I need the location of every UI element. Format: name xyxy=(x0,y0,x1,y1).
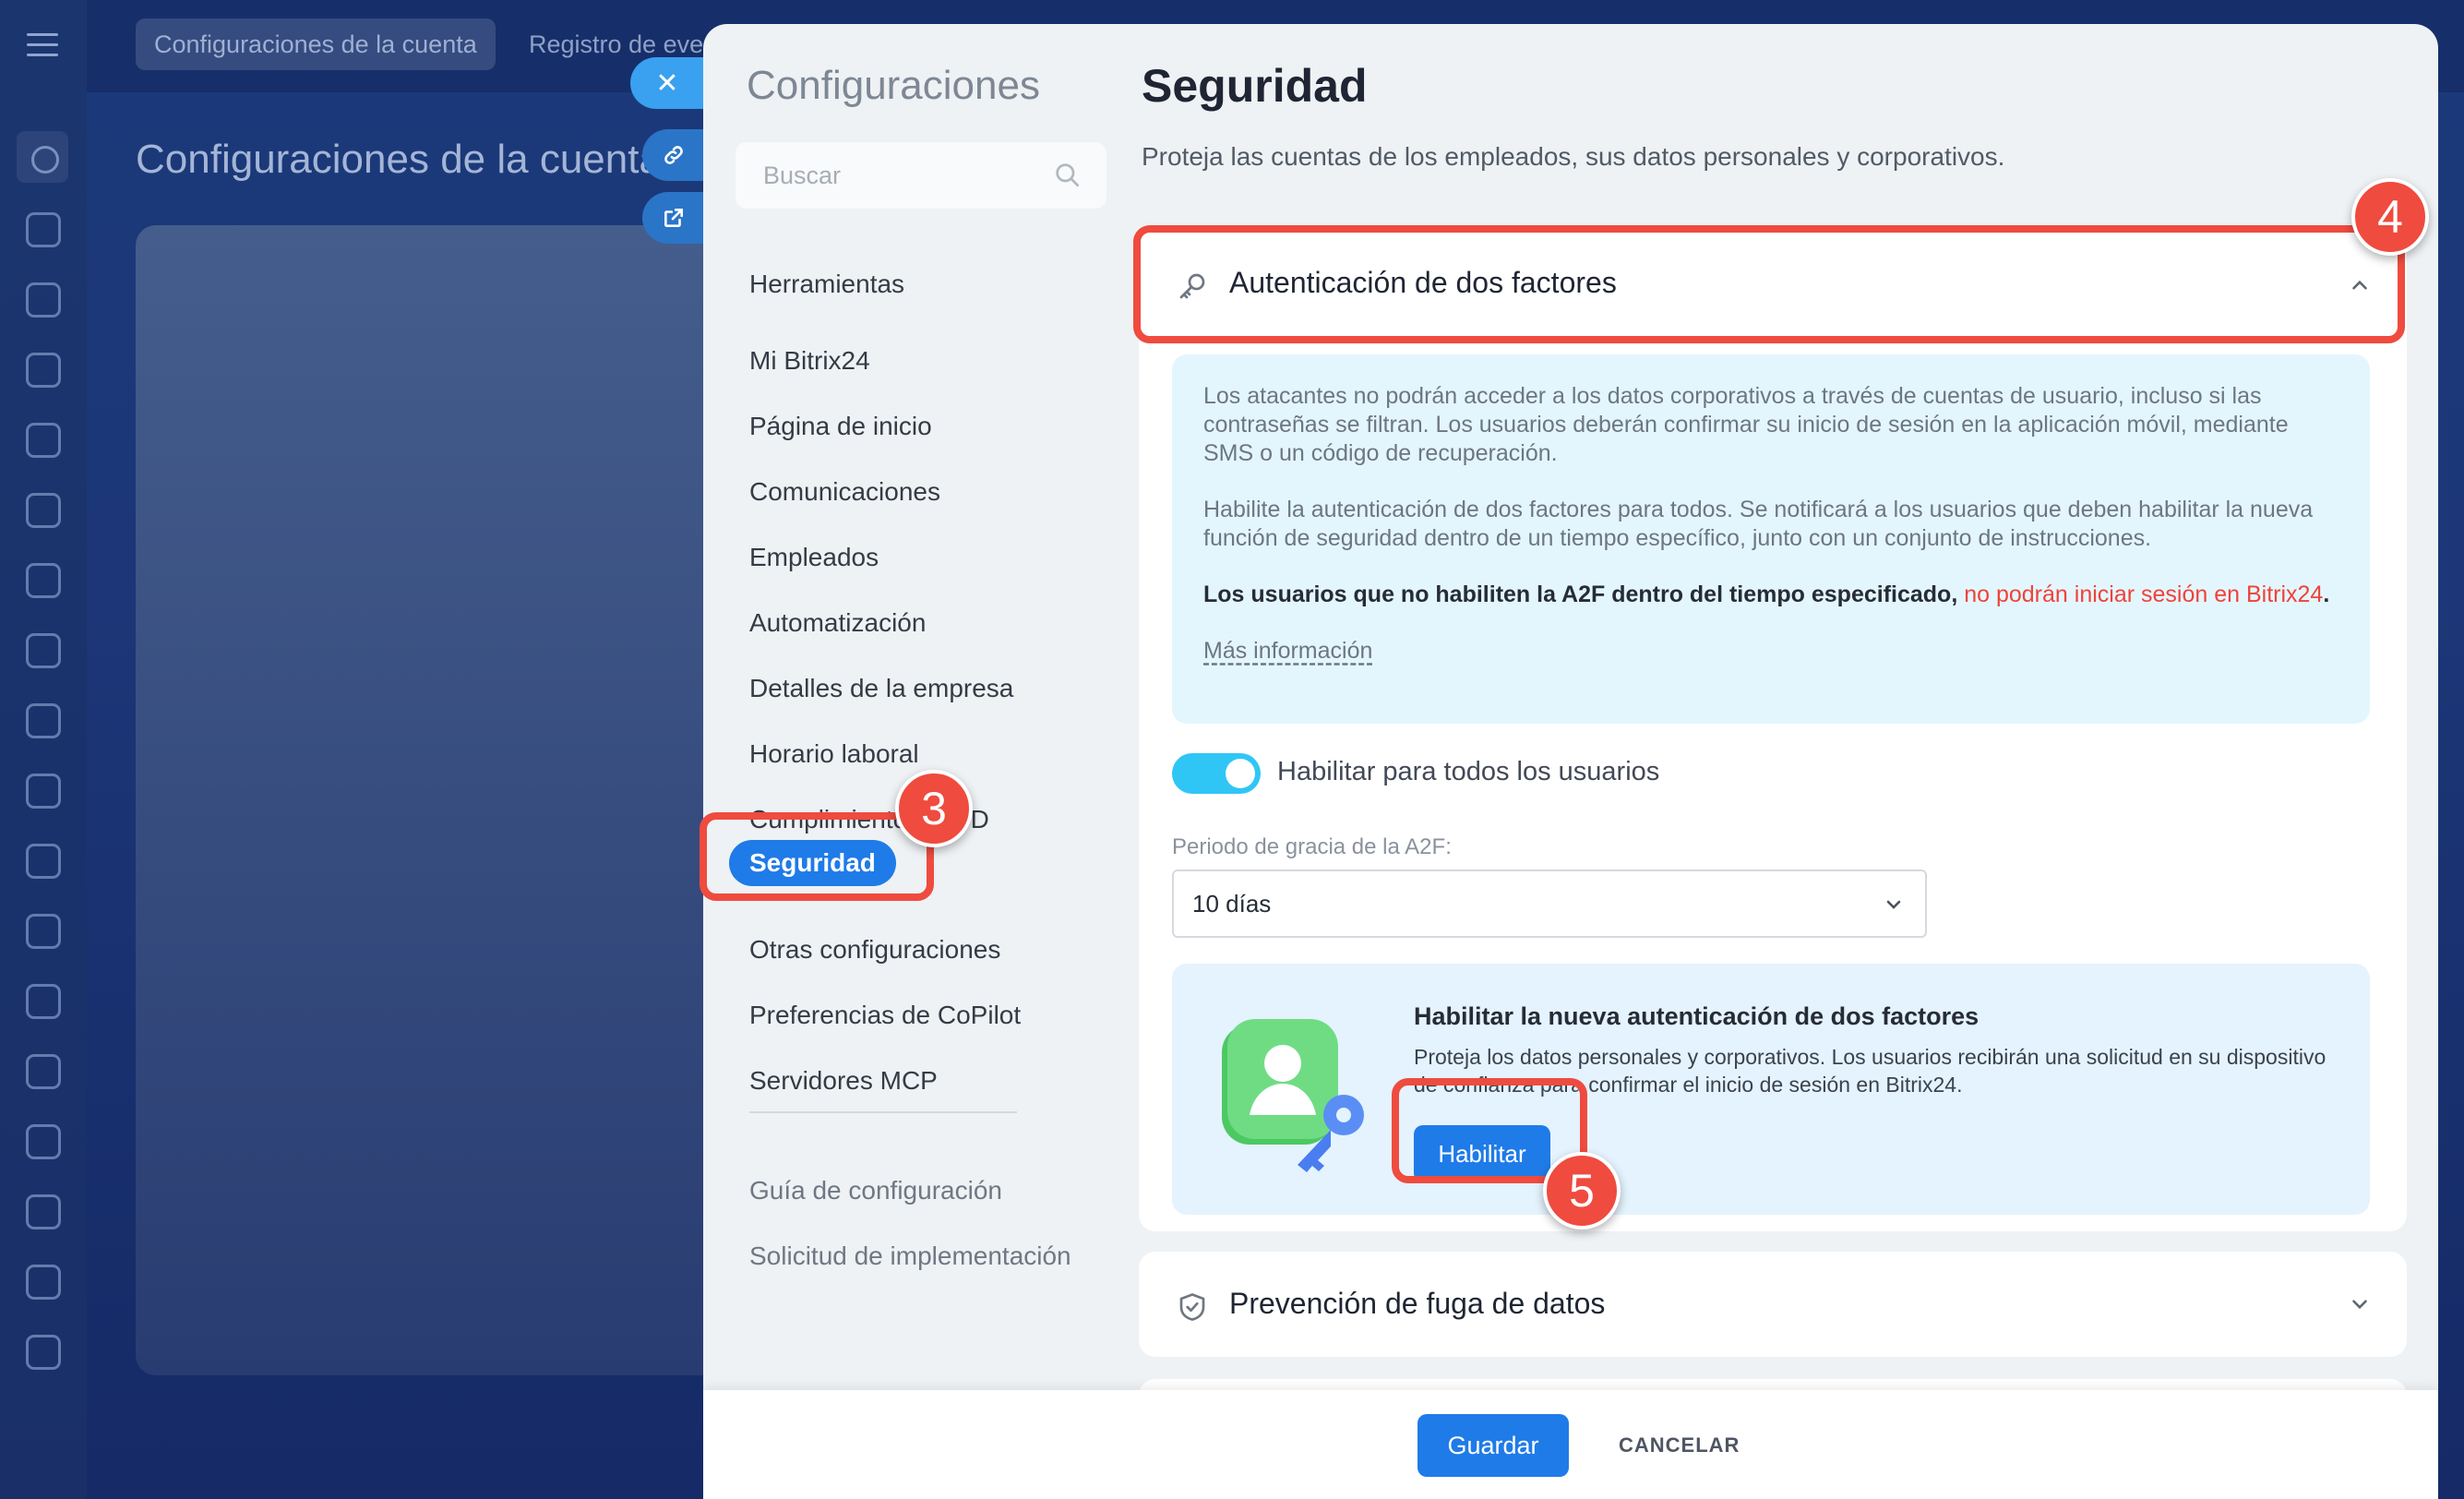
external-link-icon xyxy=(664,209,683,227)
booking-icon[interactable] xyxy=(26,1054,61,1089)
background-page-title: Configuraciones de la cuenta xyxy=(136,137,662,182)
nav-item-pagina-de-inicio[interactable]: Página de inicio xyxy=(749,408,932,445)
new-2fa-promo: Habilitar la nueva autenticación de dos … xyxy=(1172,964,2370,1215)
analytics-icon[interactable] xyxy=(26,1194,61,1229)
leak-prevention-card[interactable]: Prevención de fuga de datos xyxy=(1139,1252,2407,1357)
menu-icon[interactable] xyxy=(27,33,58,57)
page-subtitle: Proteja las cuentas de los empleados, su… xyxy=(1142,142,2005,171)
nav-item-comunicaciones[interactable]: Comunicaciones xyxy=(749,474,940,510)
nav-item-automatizacion[interactable]: Automatización xyxy=(749,605,926,642)
highlight-two-factor-header xyxy=(1133,225,2405,343)
two-factor-info-box: Los atacantes no podrán acceder a los da… xyxy=(1172,354,2370,724)
cancel-button[interactable]: CANCELAR xyxy=(1608,1414,1751,1477)
chevron-down-icon xyxy=(1886,900,1901,909)
nav-item-guia-configuracion[interactable]: Guía de configuración xyxy=(749,1172,1002,1209)
slider-footer: Guardar CANCELAR xyxy=(703,1390,2438,1499)
step-badge-5: 5 xyxy=(1543,1152,1621,1229)
background-card xyxy=(136,225,726,1375)
warning-highlight: no podrán iniciar sesión en Bitrix24 xyxy=(1964,582,2324,607)
boards-icon[interactable] xyxy=(26,563,61,598)
nav-item-otras-configuraciones[interactable]: Otras configuraciones xyxy=(749,931,1000,968)
search-box[interactable] xyxy=(736,142,1106,209)
documents-icon[interactable] xyxy=(26,493,61,528)
tasks-icon[interactable] xyxy=(26,844,61,879)
chevron-down-icon[interactable] xyxy=(2348,1292,2372,1316)
warning-suffix: . xyxy=(2323,582,2330,607)
page-title: Seguridad xyxy=(1142,60,1368,112)
shield-check-icon xyxy=(1179,1293,1205,1321)
open-new-window-button[interactable] xyxy=(642,192,704,244)
grace-period-select[interactable]: 10 días xyxy=(1172,869,1927,938)
nav-divider xyxy=(749,1111,1017,1113)
promo-title: Habilitar la nueva autenticación de dos … xyxy=(1414,1002,1980,1030)
info-paragraph-enable: Habilite la autenticación de dos factore… xyxy=(1203,497,2314,551)
left-rail xyxy=(0,0,87,1499)
calendar-icon[interactable] xyxy=(26,423,61,458)
grace-period-label: Periodo de gracia de la A2F: xyxy=(1172,834,1452,859)
step-badge-3: 3 xyxy=(895,770,973,847)
employees-icon[interactable] xyxy=(26,773,61,809)
background-tab-account-settings[interactable]: Configuraciones de la cuenta xyxy=(136,18,496,70)
step-badge-4: 4 xyxy=(2351,178,2429,256)
save-button[interactable]: Guardar xyxy=(1417,1414,1569,1477)
search-input[interactable] xyxy=(763,157,1040,194)
nav-item-preferencias-copilot[interactable]: Preferencias de CoPilot xyxy=(749,997,1021,1034)
two-factor-card: Autenticación de dos factores Los atacan… xyxy=(1139,225,2407,1231)
shop-icon[interactable] xyxy=(26,1265,61,1300)
close-icon: ✕ xyxy=(655,67,679,99)
nav-item-herramientas[interactable]: Herramientas xyxy=(749,266,904,303)
nav-item-mi-bitrix24[interactable]: Mi Bitrix24 xyxy=(749,342,870,379)
enable-all-users-label: Habilitar para todos los usuarios xyxy=(1277,757,1660,786)
store-icon[interactable] xyxy=(26,1124,61,1159)
grace-period-value: 10 días xyxy=(1192,890,1272,917)
feed-icon[interactable] xyxy=(26,282,61,318)
nav-title: Configuraciones xyxy=(747,63,1040,108)
nav-item-horario-laboral[interactable]: Horario laboral xyxy=(749,736,919,773)
crm-icon[interactable] xyxy=(26,353,61,388)
chat-icon[interactable] xyxy=(26,212,61,247)
close-slider-button[interactable]: ✕ xyxy=(630,57,704,109)
enable-all-users-toggle[interactable] xyxy=(1172,753,1261,794)
more-info-link[interactable]: Más información xyxy=(1203,638,1372,664)
settings-nav: Configuraciones Herramientas Mi Bitrix24… xyxy=(703,24,1111,1390)
nav-item-solicitud-implementacion[interactable]: Solicitud de implementación xyxy=(749,1238,1071,1275)
info-paragraph-attackers: Los atacantes no podrán acceder a los da… xyxy=(1203,383,2289,466)
drive-icon[interactable] xyxy=(26,633,61,668)
warning-prefix: Los usuarios que no habiliten la A2F den… xyxy=(1203,582,1965,607)
marketing-icon[interactable] xyxy=(26,984,61,1019)
user-key-illustration xyxy=(1222,1019,1364,1172)
mail-icon[interactable] xyxy=(26,703,61,738)
apps-icon[interactable] xyxy=(26,1335,61,1370)
nav-item-empleados[interactable]: Empleados xyxy=(749,539,879,576)
search-icon[interactable] xyxy=(1053,161,1082,190)
nav-item-detalles-empresa[interactable]: Detalles de la empresa xyxy=(749,670,1013,707)
copy-link-button[interactable] xyxy=(642,129,704,181)
settings-icon[interactable] xyxy=(17,131,68,183)
contact-center-icon[interactable] xyxy=(26,914,61,949)
info-paragraph-warning: Los usuarios que no habiliten la A2F den… xyxy=(1203,581,2338,609)
link-icon xyxy=(664,146,683,164)
leak-prevention-title: Prevención de fuga de datos xyxy=(1229,1287,1606,1320)
nav-item-servidores-mcp[interactable]: Servidores MCP xyxy=(749,1062,938,1099)
